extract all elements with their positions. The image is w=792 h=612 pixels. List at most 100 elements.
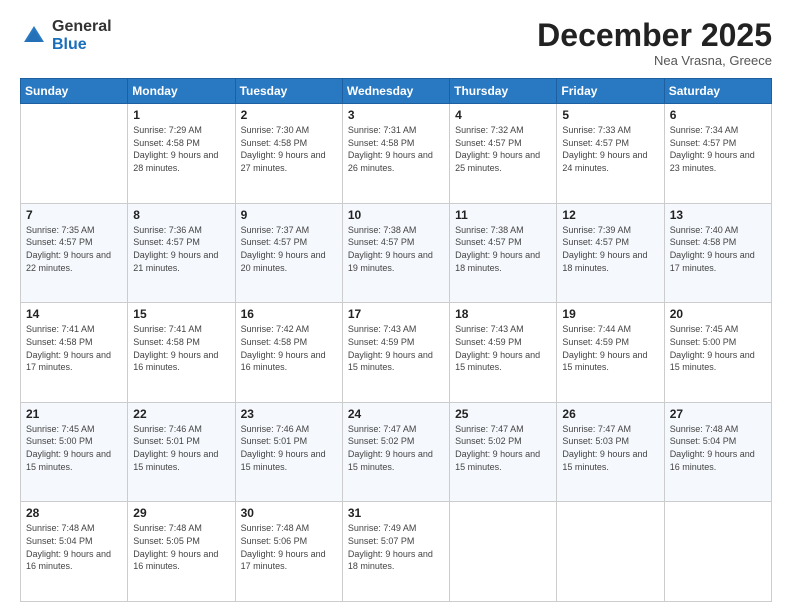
calendar-cell: 18Sunrise: 7:43 AM Sunset: 4:59 PM Dayli… — [450, 303, 557, 403]
day-number: 27 — [670, 407, 766, 421]
weekday-row: SundayMondayTuesdayWednesdayThursdayFrid… — [21, 79, 772, 104]
day-number: 20 — [670, 307, 766, 321]
day-number: 5 — [562, 108, 658, 122]
day-info: Sunrise: 7:30 AM Sunset: 4:58 PM Dayligh… — [241, 124, 337, 174]
day-info: Sunrise: 7:41 AM Sunset: 4:58 PM Dayligh… — [26, 323, 122, 373]
day-info: Sunrise: 7:32 AM Sunset: 4:57 PM Dayligh… — [455, 124, 551, 174]
day-info: Sunrise: 7:35 AM Sunset: 4:57 PM Dayligh… — [26, 224, 122, 274]
logo: General Blue — [20, 18, 112, 53]
day-info: Sunrise: 7:41 AM Sunset: 4:58 PM Dayligh… — [133, 323, 229, 373]
day-info: Sunrise: 7:45 AM Sunset: 5:00 PM Dayligh… — [26, 423, 122, 473]
day-number: 24 — [348, 407, 444, 421]
calendar-cell: 28 Sunrise: 7:48 AM Sunset: 5:04 PM Dayli… — [21, 502, 128, 602]
calendar-week-5: 28 Sunrise: 7:48 AM Sunset: 5:04 PM Dayli… — [21, 502, 772, 602]
calendar-cell: 12 Sunrise: 7:39 AM Sunset: 4:57 PM Dayli… — [557, 203, 664, 303]
calendar-cell: 16Sunrise: 7:42 AM Sunset: 4:58 PM Dayli… — [235, 303, 342, 403]
calendar-cell: 9 Sunrise: 7:37 AM Sunset: 4:57 PM Daylig… — [235, 203, 342, 303]
calendar-table: SundayMondayTuesdayWednesdayThursdayFrid… — [20, 78, 772, 602]
day-number: 10 — [348, 208, 444, 222]
calendar-week-1: 1 Sunrise: 7:29 AM Sunset: 4:58 PM Daylig… — [21, 104, 772, 204]
calendar-cell: 13 Sunrise: 7:40 AM Sunset: 4:58 PM Dayli… — [664, 203, 771, 303]
day-info: Sunrise: 7:48 AM Sunset: 5:04 PM Dayligh… — [26, 522, 122, 572]
header: General Blue December 2025 Nea Vrasna, G… — [20, 18, 772, 68]
calendar-cell — [21, 104, 128, 204]
day-number: 9 — [241, 208, 337, 222]
day-info: Sunrise: 7:36 AM Sunset: 4:57 PM Dayligh… — [133, 224, 229, 274]
calendar-cell: 8 Sunrise: 7:36 AM Sunset: 4:57 PM Daylig… — [128, 203, 235, 303]
day-number: 29 — [133, 506, 229, 520]
calendar-cell: 27Sunrise: 7:48 AM Sunset: 5:04 PM Dayli… — [664, 402, 771, 502]
weekday-header-saturday: Saturday — [664, 79, 771, 104]
day-number: 22 — [133, 407, 229, 421]
calendar-cell: 20Sunrise: 7:45 AM Sunset: 5:00 PM Dayli… — [664, 303, 771, 403]
calendar-cell: 30Sunrise: 7:48 AM Sunset: 5:06 PM Dayli… — [235, 502, 342, 602]
day-info: Sunrise: 7:48 AM Sunset: 5:05 PM Dayligh… — [133, 522, 229, 572]
day-info: Sunrise: 7:40 AM Sunset: 4:58 PM Dayligh… — [670, 224, 766, 274]
day-number: 13 — [670, 208, 766, 222]
day-number: 7 — [26, 208, 122, 222]
calendar-cell: 23 Sunrise: 7:46 AM Sunset: 5:01 PM Dayli… — [235, 402, 342, 502]
page: General Blue December 2025 Nea Vrasna, G… — [0, 0, 792, 612]
day-info: Sunrise: 7:38 AM Sunset: 4:57 PM Dayligh… — [455, 224, 551, 274]
calendar-cell: 21 Sunrise: 7:45 AM Sunset: 5:00 PM Dayli… — [21, 402, 128, 502]
day-number: 2 — [241, 108, 337, 122]
day-info: Sunrise: 7:48 AM Sunset: 5:06 PM Dayligh… — [241, 522, 337, 572]
calendar-cell: 19 Sunrise: 7:44 AM Sunset: 4:59 PM Dayli… — [557, 303, 664, 403]
day-info: Sunrise: 7:38 AM Sunset: 4:57 PM Dayligh… — [348, 224, 444, 274]
weekday-header-sunday: Sunday — [21, 79, 128, 104]
calendar-cell: 29 Sunrise: 7:48 AM Sunset: 5:05 PM Dayli… — [128, 502, 235, 602]
day-info: Sunrise: 7:46 AM Sunset: 5:01 PM Dayligh… — [241, 423, 337, 473]
calendar-cell: 5Sunrise: 7:33 AM Sunset: 4:57 PM Daylig… — [557, 104, 664, 204]
day-info: Sunrise: 7:44 AM Sunset: 4:59 PM Dayligh… — [562, 323, 658, 373]
calendar-cell — [557, 502, 664, 602]
calendar-cell: 7 Sunrise: 7:35 AM Sunset: 4:57 PM Daylig… — [21, 203, 128, 303]
calendar-cell: 15 Sunrise: 7:41 AM Sunset: 4:58 PM Dayli… — [128, 303, 235, 403]
day-number: 28 — [26, 506, 122, 520]
day-info: Sunrise: 7:37 AM Sunset: 4:57 PM Dayligh… — [241, 224, 337, 274]
day-info: Sunrise: 7:47 AM Sunset: 5:02 PM Dayligh… — [348, 423, 444, 473]
month-title: December 2025 — [537, 18, 772, 53]
calendar-cell: 17 Sunrise: 7:43 AM Sunset: 4:59 PM Dayli… — [342, 303, 449, 403]
calendar-cell — [450, 502, 557, 602]
weekday-header-wednesday: Wednesday — [342, 79, 449, 104]
location-subtitle: Nea Vrasna, Greece — [537, 53, 772, 68]
calendar-cell: 25Sunrise: 7:47 AM Sunset: 5:02 PM Dayli… — [450, 402, 557, 502]
day-info: Sunrise: 7:34 AM Sunset: 4:57 PM Dayligh… — [670, 124, 766, 174]
day-number: 23 — [241, 407, 337, 421]
calendar-header: SundayMondayTuesdayWednesdayThursdayFrid… — [21, 79, 772, 104]
day-number: 11 — [455, 208, 551, 222]
day-number: 6 — [670, 108, 766, 122]
day-number: 31 — [348, 506, 444, 520]
calendar-week-4: 21 Sunrise: 7:45 AM Sunset: 5:00 PM Dayli… — [21, 402, 772, 502]
logo-text: General Blue — [52, 18, 112, 53]
calendar-cell: 31 Sunrise: 7:49 AM Sunset: 5:07 PM Dayli… — [342, 502, 449, 602]
day-info: Sunrise: 7:29 AM Sunset: 4:58 PM Dayligh… — [133, 124, 229, 174]
day-number: 4 — [455, 108, 551, 122]
day-number: 19 — [562, 307, 658, 321]
day-number: 17 — [348, 307, 444, 321]
calendar-week-2: 7 Sunrise: 7:35 AM Sunset: 4:57 PM Daylig… — [21, 203, 772, 303]
day-number: 12 — [562, 208, 658, 222]
day-info: Sunrise: 7:49 AM Sunset: 5:07 PM Dayligh… — [348, 522, 444, 572]
logo-icon — [20, 22, 48, 50]
calendar-cell: 3Sunrise: 7:31 AM Sunset: 4:58 PM Daylig… — [342, 104, 449, 204]
calendar-cell: 2 Sunrise: 7:30 AM Sunset: 4:58 PM Daylig… — [235, 104, 342, 204]
day-number: 1 — [133, 108, 229, 122]
weekday-header-tuesday: Tuesday — [235, 79, 342, 104]
calendar-cell: 26 Sunrise: 7:47 AM Sunset: 5:03 PM Dayli… — [557, 402, 664, 502]
day-number: 21 — [26, 407, 122, 421]
weekday-header-monday: Monday — [128, 79, 235, 104]
day-info: Sunrise: 7:39 AM Sunset: 4:57 PM Dayligh… — [562, 224, 658, 274]
day-number: 26 — [562, 407, 658, 421]
day-number: 15 — [133, 307, 229, 321]
calendar-cell: 4 Sunrise: 7:32 AM Sunset: 4:57 PM Daylig… — [450, 104, 557, 204]
day-number: 8 — [133, 208, 229, 222]
day-info: Sunrise: 7:43 AM Sunset: 4:59 PM Dayligh… — [348, 323, 444, 373]
day-info: Sunrise: 7:47 AM Sunset: 5:03 PM Dayligh… — [562, 423, 658, 473]
day-number: 25 — [455, 407, 551, 421]
day-number: 3 — [348, 108, 444, 122]
calendar-cell: 10 Sunrise: 7:38 AM Sunset: 4:57 PM Dayli… — [342, 203, 449, 303]
calendar-week-3: 14Sunrise: 7:41 AM Sunset: 4:58 PM Dayli… — [21, 303, 772, 403]
calendar-cell: 11 Sunrise: 7:38 AM Sunset: 4:57 PM Dayli… — [450, 203, 557, 303]
day-number: 18 — [455, 307, 551, 321]
